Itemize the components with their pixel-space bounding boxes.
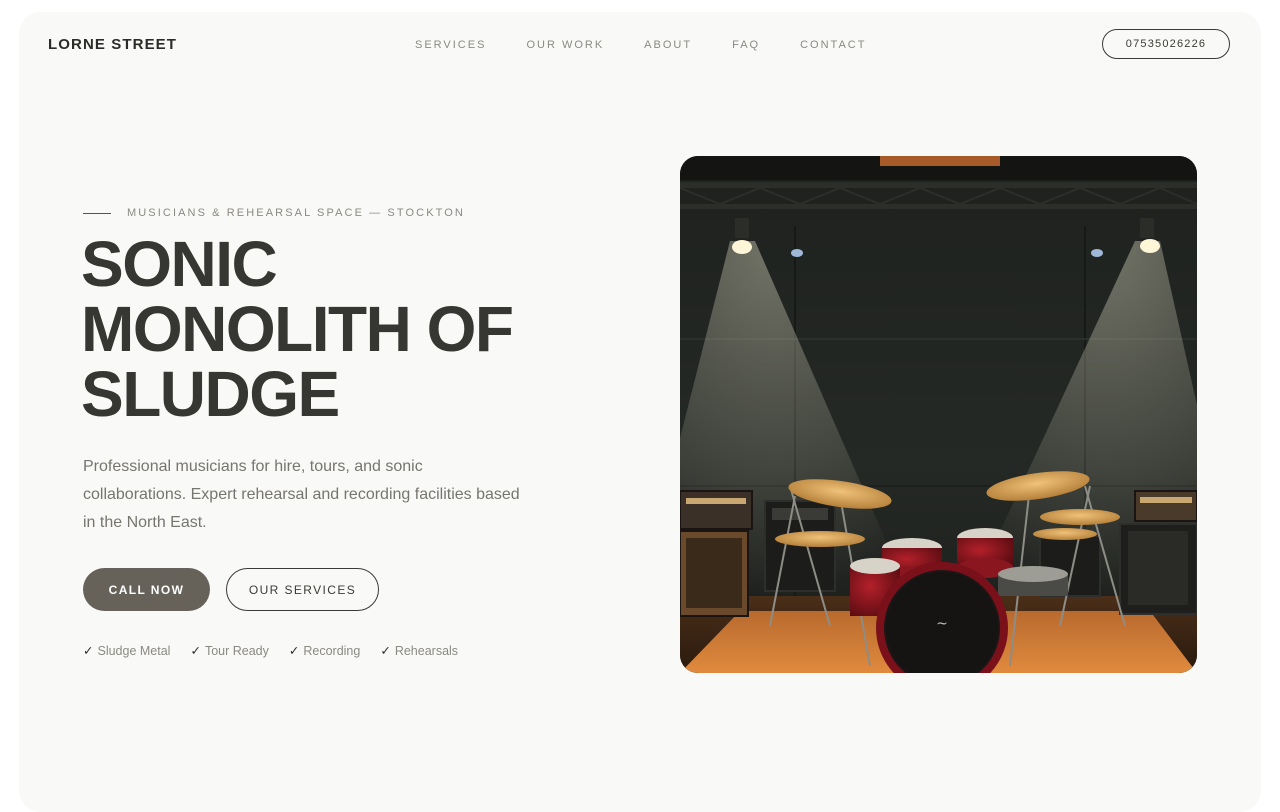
feature-tags: ✓ Sludge Metal ✓ Tour Ready ✓ Recording … bbox=[83, 643, 478, 659]
brand-logo[interactable]: LORNE STREET bbox=[48, 36, 177, 53]
our-services-button[interactable]: OUR SERVICES bbox=[226, 568, 379, 611]
svg-text:~: ~ bbox=[936, 616, 948, 632]
tag-label: Sludge Metal bbox=[97, 643, 171, 658]
eyebrow-divider bbox=[83, 212, 111, 214]
tag-label: Recording bbox=[303, 643, 361, 658]
tag-item: ✓ Rehearsals bbox=[380, 643, 459, 659]
nav-our-work[interactable]: OUR WORK bbox=[526, 38, 604, 52]
nav-about[interactable]: ABOUT bbox=[644, 38, 692, 52]
studio-photo: ~ bbox=[680, 156, 1197, 673]
tag-label: Rehearsals bbox=[394, 643, 459, 658]
hero-description: Professional musicians for hire, tours, … bbox=[83, 458, 520, 531]
hero-eyebrow: MUSICIANS & REHEARSAL SPACE — STOCKTON bbox=[83, 207, 465, 219]
tag-item: ✓ Recording bbox=[288, 643, 361, 659]
nav-contact[interactable]: CONTACT bbox=[800, 38, 866, 52]
tag-label: Tour Ready bbox=[204, 643, 269, 658]
call-now-button[interactable]: CALL NOW bbox=[83, 568, 210, 611]
check-icon: ✓ bbox=[83, 644, 94, 658]
drum-kit-image: ~ bbox=[680, 156, 1197, 673]
check-icon: ✓ bbox=[190, 644, 201, 658]
check-icon: ✓ bbox=[288, 644, 300, 658]
nav-faq[interactable]: FAQ bbox=[732, 38, 760, 52]
nav-services[interactable]: SERVICES bbox=[415, 38, 486, 52]
tag-item: ✓ Sludge Metal bbox=[83, 643, 171, 659]
tag-item: ✓ Tour Ready bbox=[190, 643, 269, 659]
main-nav: SERVICES OUR WORK ABOUT FAQ CONTACT bbox=[415, 38, 906, 52]
phone-button[interactable]: 07535026226 bbox=[1102, 29, 1230, 59]
eyebrow-text: MUSICIANS & REHEARSAL SPACE — STOCKTON bbox=[127, 207, 465, 219]
check-icon: ✓ bbox=[380, 644, 391, 658]
hero-title: SONIC MONOLITH OF SLUDGE bbox=[81, 228, 514, 430]
